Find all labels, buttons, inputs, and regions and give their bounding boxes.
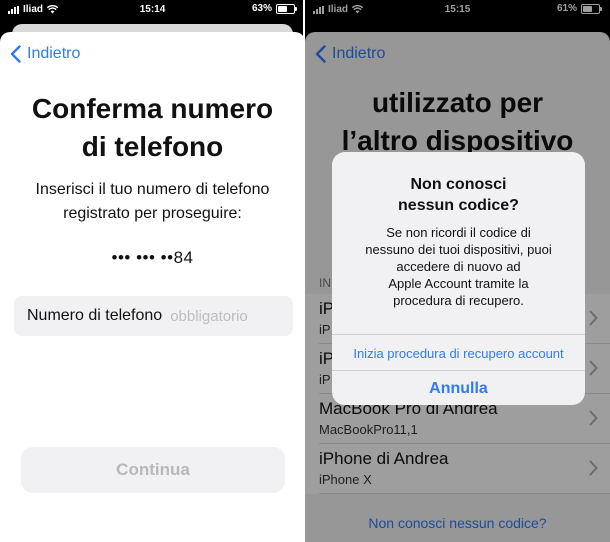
subtitle-line-1: Inserisci il tuo numero di telefono: [35, 181, 270, 198]
alert-title-line-1: Non conosci: [410, 176, 507, 193]
phone-number-input[interactable]: [170, 307, 281, 325]
battery-icon: [276, 3, 297, 14]
no-code-alert: Non conosci nessun codice? Se non ricord…: [332, 152, 585, 405]
battery-percent: 63%: [251, 3, 272, 14]
title-line-1: Conferma numero: [31, 93, 274, 124]
alert-message-line: procedura di recupero.: [393, 293, 524, 308]
phone-screen-recovery-alert: Iliad 15:15 61% Indietro utilizzato per …: [305, 0, 610, 542]
alert-title: Non conosci nessun codice?: [332, 174, 585, 216]
alert-message: Se non ricordi il codice di nessuno dei …: [350, 224, 567, 309]
cancel-button[interactable]: Annulla: [332, 370, 585, 405]
page-title: Conferma numero di telefono: [0, 90, 305, 166]
title-line-2: di telefono: [81, 131, 224, 162]
phone-number-label: Numero di telefono: [27, 307, 163, 324]
phone-number-field[interactable]: Numero di telefono: [14, 296, 293, 336]
alert-title-line-2: nessun codice?: [398, 197, 519, 214]
page-subtitle: Inserisci il tuo numero di telefono regi…: [0, 178, 305, 226]
subtitle-line-2: registrato per proseguire:: [63, 205, 242, 222]
alert-message-line: Apple Account tramite la: [388, 276, 529, 291]
alert-message-line: accedere di nuovo ad: [396, 259, 521, 274]
battery: 63%: [251, 3, 297, 14]
status-bar: Iliad 15:14 63%: [0, 0, 305, 20]
continue-button[interactable]: Continua: [21, 447, 285, 493]
masked-phone-number: ••• ••• ••84: [111, 248, 194, 267]
back-button[interactable]: Indietro: [10, 45, 80, 63]
chevron-left-icon: [10, 45, 21, 63]
start-recovery-button[interactable]: Inizia procedura di recupero account: [332, 334, 585, 371]
confirm-number-sheet: Indietro Conferma numero di telefono Ins…: [0, 32, 305, 542]
alert-message-line: Se non ricordi il codice di: [386, 225, 531, 240]
phone-screen-confirm-number: Iliad 15:14 63% Indietro Conferma numero…: [0, 0, 305, 542]
back-label: Indietro: [27, 45, 81, 62]
alert-message-line: nessuno dei tuoi dispositivi, puoi: [365, 242, 552, 257]
